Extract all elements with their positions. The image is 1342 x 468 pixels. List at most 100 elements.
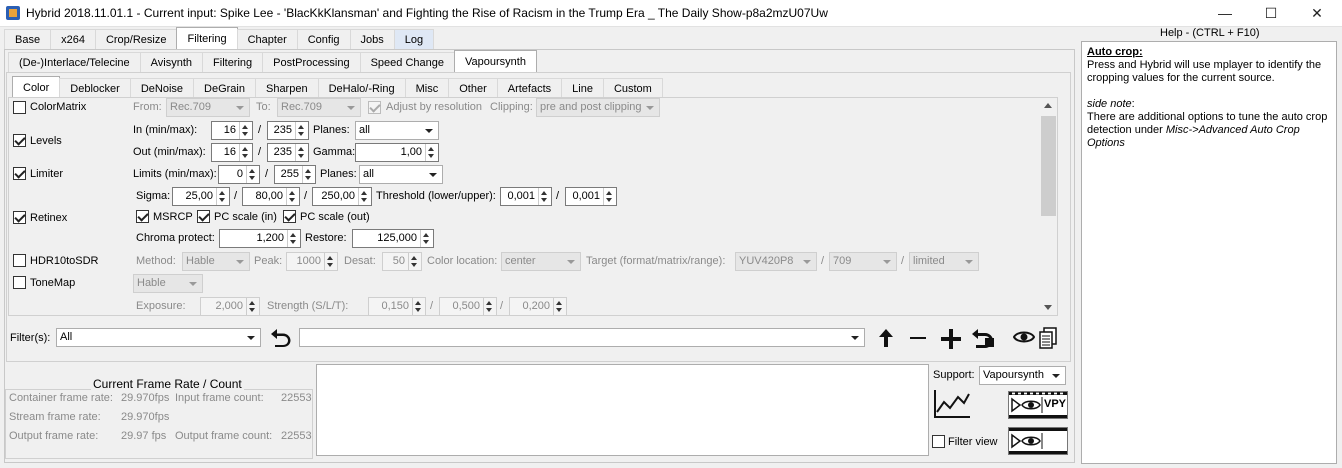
filters-label: Filter(s): [10, 332, 51, 344]
limiter-max[interactable]: 255 [274, 165, 316, 184]
levels-out-max[interactable]: 235 [267, 143, 309, 162]
support-select[interactable]: Vapoursynth [979, 366, 1066, 385]
tab-speed-change[interactable]: Speed Change [359, 52, 455, 73]
tab-line[interactable]: Line [561, 78, 604, 99]
tab-custom[interactable]: Custom [602, 78, 663, 99]
chart-analysis-icon[interactable] [932, 388, 972, 420]
tab-config[interactable]: Config [296, 29, 351, 50]
clipping-label: Clipping: [490, 101, 533, 113]
retinex-checkbox[interactable] [13, 211, 26, 224]
tonemap-method-select[interactable]: Hable [133, 274, 203, 293]
tab-vapoursynth[interactable]: Vapoursynth [454, 50, 537, 73]
minimize-button[interactable]: — [1202, 0, 1248, 27]
msrcp-checkbox[interactable] [136, 210, 149, 223]
color-location-select[interactable]: center [501, 252, 581, 271]
tab-avisynth[interactable]: Avisynth [139, 52, 204, 73]
frame-rate-title: Current Frame Rate / Count [91, 377, 244, 391]
tab-crop-resize[interactable]: Crop/Resize [94, 29, 178, 50]
tab-jobs[interactable]: Jobs [349, 29, 395, 50]
limiter-min[interactable]: 0 [218, 165, 260, 184]
limiter-planes-select[interactable]: all [359, 165, 443, 184]
slash-divider: / [265, 168, 269, 180]
levels-in-max[interactable]: 235 [267, 121, 309, 140]
sigma-2-spinner[interactable]: 80,00 [242, 187, 300, 206]
filters-select[interactable]: All [56, 328, 261, 347]
from-label: From: [133, 101, 162, 113]
threshold-lower-spinner[interactable]: 0,001 [500, 187, 552, 206]
tab-sharpen[interactable]: Sharpen [254, 78, 319, 99]
remove-icon[interactable] [906, 327, 930, 351]
strength-t-spinner[interactable]: 0,200 [509, 297, 567, 316]
sigma-label: Sigma: [136, 190, 171, 202]
container-frame-rate-value: 29.970fps [121, 392, 170, 404]
chroma-protect-spinner[interactable]: 1,200 [219, 229, 301, 248]
tab-postprocessing[interactable]: PostProcessing [262, 52, 361, 73]
vpy-preview-button[interactable]: VPY [1008, 391, 1068, 419]
retinex-label: Retinex [30, 212, 68, 224]
sigma-3-spinner[interactable]: 250,00 [312, 187, 372, 206]
target-format-select[interactable]: YUV420P8 [735, 252, 817, 271]
pc-scale-out-checkbox[interactable] [283, 210, 296, 223]
add-icon[interactable] [938, 327, 964, 351]
levels-planes-select[interactable]: all [355, 121, 439, 140]
peak-spinner[interactable]: 1000 [286, 252, 338, 271]
sigma-1-spinner[interactable]: 25,00 [172, 187, 230, 206]
undo-icon[interactable] [268, 326, 294, 350]
tab-color[interactable]: Color [12, 76, 61, 99]
script-output-area[interactable] [316, 364, 929, 456]
hdr10tosdr-checkbox[interactable] [13, 254, 26, 267]
strength-l-spinner[interactable]: 0,500 [439, 297, 497, 316]
gamma-spinner[interactable]: 1,00 [355, 143, 439, 162]
filter-view-checkbox[interactable] [932, 435, 945, 448]
target-range-select[interactable]: limited [909, 252, 979, 271]
close-button[interactable]: ✕ [1294, 0, 1340, 27]
clipping-select[interactable]: pre and post clipping [536, 98, 660, 117]
preview-eye-icon[interactable] [1012, 327, 1036, 351]
tab-other[interactable]: Other [448, 78, 498, 99]
to-label: To: [256, 101, 271, 113]
tab-sub-filtering[interactable]: Filtering [202, 52, 264, 73]
tab-artefacts[interactable]: Artefacts [496, 78, 563, 99]
tab-dehalo[interactable]: DeHalo/-Ring [317, 78, 406, 99]
tab-filtering[interactable]: Filtering [176, 27, 238, 50]
tonemap-checkbox[interactable] [13, 276, 26, 289]
filter-chain-select[interactable] [299, 328, 865, 347]
levels-in-min[interactable]: 16 [211, 121, 253, 140]
maximize-button[interactable]: ☐ [1248, 0, 1294, 27]
limiter-checkbox[interactable] [13, 167, 26, 180]
tab-misc[interactable]: Misc [404, 78, 450, 99]
app-icon [6, 6, 20, 20]
tab-denoise[interactable]: DeNoise [129, 78, 195, 99]
tab-deblocker[interactable]: Deblocker [59, 78, 131, 99]
tab-base[interactable]: Base [4, 29, 52, 50]
levels-label: Levels [30, 135, 62, 147]
tab-log[interactable]: Log [393, 29, 435, 50]
tab-x264[interactable]: x264 [50, 29, 96, 50]
exposure-spinner[interactable]: 2,000 [200, 297, 260, 316]
strength-s-spinner[interactable]: 0,150 [368, 297, 426, 316]
tab-degrain[interactable]: DeGrain [193, 78, 256, 99]
from-select[interactable]: Rec.709 [166, 98, 250, 117]
slash-divider: / [430, 300, 434, 312]
target-label: Target (format/matrix/range): [586, 255, 726, 267]
levels-checkbox[interactable] [13, 134, 26, 147]
tab-deinterlace[interactable]: (De-)Interlace/Telecine [8, 52, 141, 73]
move-up-icon[interactable] [874, 327, 898, 351]
levels-out-min[interactable]: 16 [211, 143, 253, 162]
color-scrollbar[interactable] [1040, 98, 1057, 315]
adjust-resolution-checkbox[interactable] [368, 101, 381, 114]
restore-spinner[interactable]: 125,000 [352, 229, 434, 248]
tab-chapter[interactable]: Chapter [236, 29, 298, 50]
replace-icon[interactable] [970, 326, 998, 352]
preview-filter-button[interactable] [1008, 427, 1068, 455]
colormatrix-checkbox[interactable] [13, 101, 26, 114]
threshold-upper-spinner[interactable]: 0,001 [565, 187, 617, 206]
copy-script-icon[interactable] [1037, 326, 1059, 350]
method-select[interactable]: Hable [182, 252, 250, 271]
target-matrix-select[interactable]: 709 [829, 252, 897, 271]
desat-spinner[interactable]: 50 [382, 252, 422, 271]
pc-scale-in-checkbox[interactable] [197, 210, 210, 223]
scroll-thumb[interactable] [1041, 116, 1056, 216]
to-select[interactable]: Rec.709 [277, 98, 361, 117]
stream-frame-rate-value: 29.970fps [121, 411, 170, 423]
